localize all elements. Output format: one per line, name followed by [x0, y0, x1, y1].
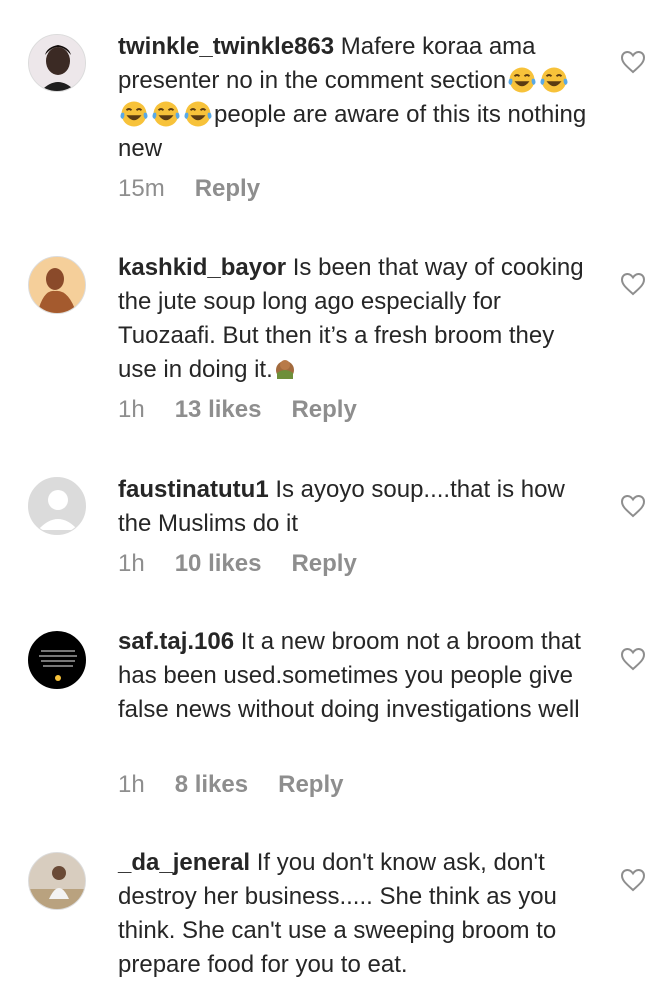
comment-meta: 1h 10 likes Reply: [118, 549, 387, 579]
avatar-photo-icon: [29, 257, 85, 313]
hands-covering-face-emoji-icon: [275, 360, 294, 379]
comment-text: twinkle_twinkle863 Mafere koraa ama pres…: [118, 30, 598, 166]
heart-icon[interactable]: [620, 50, 646, 74]
avatar[interactable]: [28, 477, 86, 535]
face-with-tears-of-joy-emoji-icon: [508, 67, 536, 93]
avatar[interactable]: [28, 852, 86, 910]
comment-time: 15m: [118, 175, 165, 202]
reply-button[interactable]: Reply: [195, 174, 260, 204]
likes-count[interactable]: 13 likes: [175, 395, 262, 425]
comment-item: twinkle_twinkle863 Mafere koraa ama pres…: [0, 0, 663, 220]
face-with-tears-of-joy-emoji-icon: [184, 101, 212, 127]
reply-button[interactable]: Reply: [278, 770, 343, 800]
heart-icon[interactable]: [620, 494, 646, 518]
comment-meta: 1h 8 likes Reply: [118, 770, 373, 800]
reply-button[interactable]: Reply: [291, 395, 356, 425]
comment-time: 1h: [118, 550, 145, 577]
likes-count[interactable]: 8 likes: [175, 770, 248, 800]
comment-username[interactable]: _da_jeneral: [118, 849, 250, 876]
face-with-tears-of-joy-emoji-icon: [152, 101, 180, 127]
comment-time: 1h: [118, 771, 145, 798]
default-avatar-icon: [29, 478, 85, 534]
avatar-photo-icon: [29, 632, 85, 688]
heart-icon[interactable]: [620, 272, 646, 296]
comment-meta: 15m Reply: [118, 174, 290, 204]
avatar[interactable]: [28, 34, 86, 92]
comment-text: _da_jeneral If you don't know ask, don't…: [118, 846, 598, 982]
avatar[interactable]: [28, 631, 86, 689]
comment-text: kashkid_bayor Is been that way of cookin…: [118, 251, 598, 387]
comment-username[interactable]: faustinatutu1: [118, 476, 269, 503]
comment-time: 1h: [118, 396, 145, 423]
heart-icon[interactable]: [620, 647, 646, 671]
comment-username[interactable]: saf.taj.106: [118, 628, 234, 655]
likes-count[interactable]: 10 likes: [175, 549, 262, 579]
face-with-tears-of-joy-emoji-icon: [120, 101, 148, 127]
avatar-photo-icon: [29, 853, 85, 909]
face-with-tears-of-joy-emoji-icon: [540, 67, 568, 93]
comment-meta: 1h 13 likes Reply: [118, 395, 387, 425]
avatar-photo-icon: [29, 35, 85, 91]
comment-text: saf.taj.106 It a new broom not a broom t…: [118, 625, 598, 727]
comment-username[interactable]: kashkid_bayor: [118, 254, 286, 281]
comment-text: faustinatutu1 Is ayoyo soup....that is h…: [118, 473, 598, 541]
reply-button[interactable]: Reply: [291, 549, 356, 579]
avatar[interactable]: [28, 256, 86, 314]
comment-username[interactable]: twinkle_twinkle863: [118, 33, 334, 60]
heart-icon[interactable]: [620, 868, 646, 892]
